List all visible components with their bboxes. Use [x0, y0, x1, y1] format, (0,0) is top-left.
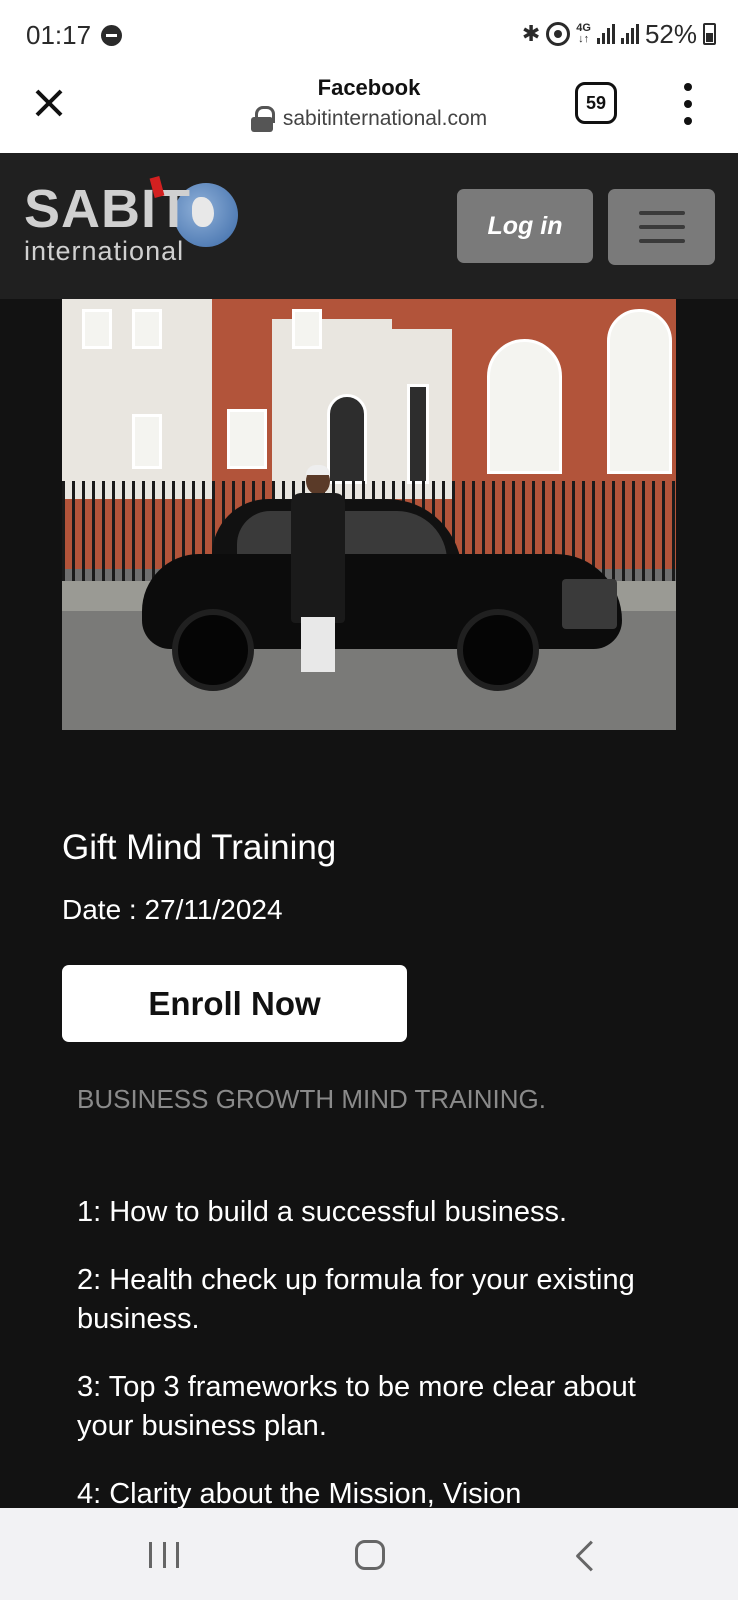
person-body — [291, 493, 345, 623]
building-window — [487, 339, 562, 474]
battery-percent: 52% — [644, 18, 697, 49]
building-window — [132, 309, 162, 349]
network-type-label: 4G ↓↑ — [576, 23, 591, 45]
section-heading: BUSINESS GROWTH MIND TRAINING. — [77, 1084, 546, 1114]
status-bar: 01:17 ✱ 4G ↓↑ 52% — [0, 0, 738, 66]
training-topics-list: 1: How to build a successful business. 2… — [77, 1193, 677, 1543]
browser-url-bar[interactable]: sabitinternational.com — [0, 106, 738, 132]
battery-icon — [703, 23, 716, 45]
signal-icon — [596, 24, 615, 44]
system-navigation-bar — [0, 1508, 738, 1600]
person-legs — [301, 617, 335, 672]
hero-photo — [62, 299, 676, 730]
back-button[interactable] — [572, 1540, 592, 1570]
site-header: SABIT international Log in — [0, 153, 738, 299]
do-not-disturb-icon — [101, 25, 122, 46]
sabit-logo[interactable]: SABIT international — [24, 176, 239, 271]
signal-icon — [620, 24, 639, 44]
logo-text-sub: international — [24, 236, 185, 266]
building-door — [407, 384, 429, 484]
building-window — [292, 309, 322, 349]
building-window — [607, 309, 672, 474]
recent-apps-button[interactable] — [149, 1542, 179, 1568]
person-cap — [306, 465, 330, 475]
list-item: 1: How to build a successful business. — [77, 1196, 568, 1228]
building-window — [132, 414, 162, 469]
browser-toolbar: Facebook sabitinternational.com 59 — [0, 66, 738, 153]
logo-text-main: SABIT — [24, 179, 191, 239]
list-item: 3: Top 3 frameworks to be more clear abo… — [77, 1371, 636, 1442]
event-title: Gift Mind Training — [62, 828, 337, 867]
status-indicators: ✱ 4G ↓↑ 52% — [522, 18, 716, 50]
lock-icon — [250, 106, 275, 132]
car-grille — [562, 579, 617, 629]
building-window — [227, 409, 267, 469]
login-button[interactable]: Log in — [457, 189, 593, 263]
tab-count-button[interactable]: 59 — [575, 82, 617, 124]
network-arrows-text: ↓↑ — [578, 33, 590, 45]
status-time: 01:17 — [26, 20, 92, 50]
more-options-button[interactable] — [676, 81, 700, 127]
car — [142, 499, 622, 691]
hamburger-menu-button[interactable] — [608, 189, 715, 265]
person — [287, 465, 347, 687]
home-button[interactable] — [355, 1540, 385, 1570]
event-date: Date : 27/11/2024 — [62, 894, 283, 925]
car-wheel — [457, 609, 539, 691]
browser-url: sabitinternational.com — [282, 107, 488, 130]
browser-title: Facebook — [317, 75, 421, 100]
bluetooth-icon: ✱ — [521, 21, 541, 46]
list-item: 2: Health check up formula for your exis… — [77, 1264, 635, 1335]
enroll-now-button[interactable]: Enroll Now — [62, 965, 407, 1042]
building-window — [82, 309, 112, 349]
car-wheel — [172, 609, 254, 691]
hotspot-icon — [546, 22, 571, 46]
